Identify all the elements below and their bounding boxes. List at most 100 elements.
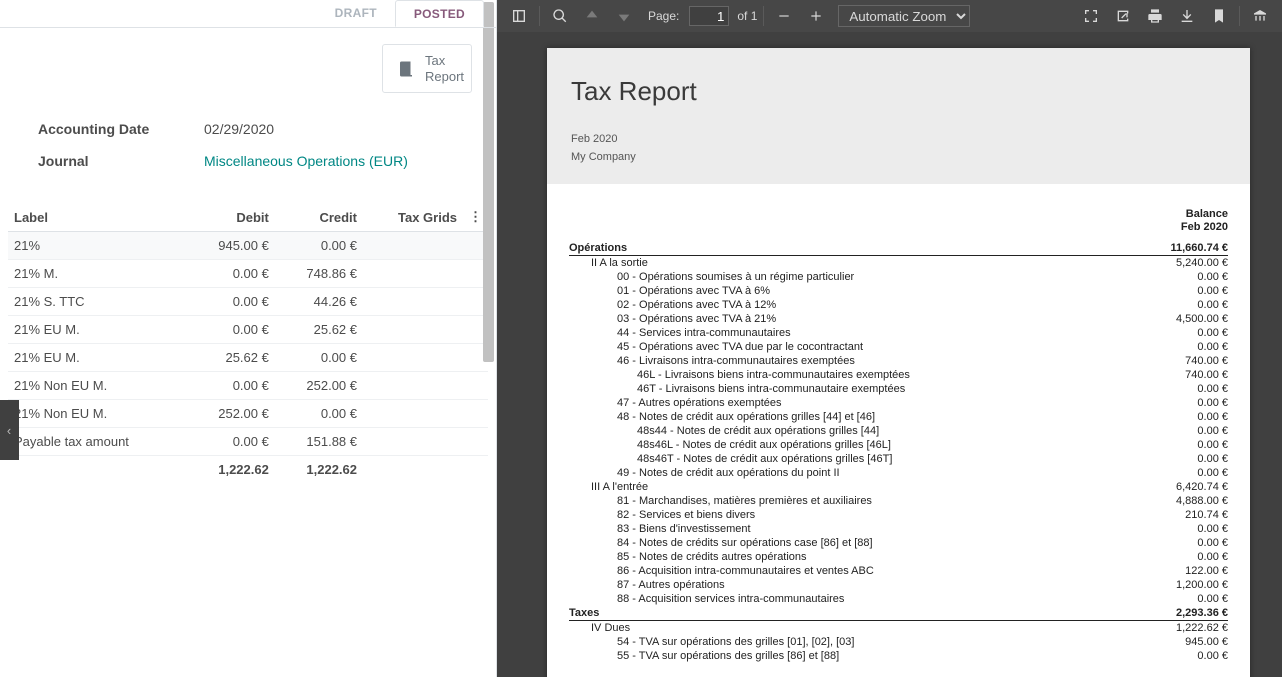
table-row[interactable]: 21% M.0.00 €748.86 €	[8, 260, 488, 288]
table-row[interactable]: 21% Non EU M.252.00 €0.00 €	[8, 400, 488, 428]
tab-draft[interactable]: Draft	[317, 0, 395, 27]
page-input[interactable]	[689, 6, 729, 26]
cell-label: 21% Non EU M.	[8, 400, 187, 428]
open-icon[interactable]	[1109, 2, 1137, 30]
cell-credit: 0.00 €	[275, 344, 363, 372]
accounting-date-label: Accounting Date	[38, 121, 204, 137]
report-line: 54 - TVA sur opérations des grilles [01]…	[569, 635, 1228, 649]
report-line: 48s44 - Notes de crédit aux opérations g…	[569, 424, 1228, 438]
form-panel: Draft Posted Tax Report Accounting Date …	[0, 0, 497, 677]
report-line: 88 - Acquisition services intra-communau…	[569, 592, 1228, 606]
table-row[interactable]: 21% EU M.25.62 €0.00 €	[8, 344, 488, 372]
report-line: 01 - Opérations avec TVA à 6%0.00 €	[569, 284, 1228, 298]
cell-credit: 252.00 €	[275, 372, 363, 400]
report-line: IV Dues1,222.62 €	[569, 621, 1228, 635]
cell-credit: 44.26 €	[275, 288, 363, 316]
scrollbar[interactable]	[481, 0, 496, 677]
cell-credit: 0.00 €	[275, 400, 363, 428]
tab-posted[interactable]: Posted	[395, 0, 484, 27]
report-line: 47 - Autres opérations exemptées0.00 €	[569, 396, 1228, 410]
report-line: 03 - Opérations avec TVA à 21%4,500.00 €	[569, 312, 1228, 326]
report-company: My Company	[571, 149, 1226, 167]
pdf-toolbar: Page: of 1 Automatic Zoom	[497, 0, 1282, 32]
cell-credit: 748.86 €	[275, 260, 363, 288]
total-debit: 1,222.62	[187, 456, 275, 484]
journal-items-table: Label Debit Credit Tax Grids ⋮ 21%945.00…	[8, 203, 488, 483]
balance-sub: Feb 2020	[569, 221, 1228, 234]
cell-label: 21% M.	[8, 260, 187, 288]
page-label: Page:	[648, 9, 679, 23]
report-line: 48 - Notes de crédit aux opérations gril…	[569, 410, 1228, 424]
report-line: II A la sortie5,240.00 €	[569, 256, 1228, 270]
bookmark-icon[interactable]	[1205, 2, 1233, 30]
table-row[interactable]: 21% Non EU M.0.00 €252.00 €	[8, 372, 488, 400]
print-icon[interactable]	[1141, 2, 1169, 30]
search-icon[interactable]	[546, 2, 574, 30]
cell-debit: 0.00 €	[187, 288, 275, 316]
report-line: 44 - Services intra-communautaires0.00 €	[569, 326, 1228, 340]
tax-report-button[interactable]: Tax Report	[382, 44, 472, 93]
report-line: Opérations11,660.74 €	[569, 241, 1228, 256]
balance-header: Balance	[569, 208, 1228, 221]
col-debit[interactable]: Debit	[187, 203, 275, 232]
journal-value[interactable]: Miscellaneous Operations (EUR)	[204, 153, 408, 169]
report-line: 85 - Notes de crédits autres opérations0…	[569, 550, 1228, 564]
accounting-date-value: 02/29/2020	[204, 121, 274, 137]
cell-debit: 252.00 €	[187, 400, 275, 428]
col-credit[interactable]: Credit	[275, 203, 363, 232]
download-icon[interactable]	[1173, 2, 1201, 30]
col-label[interactable]: Label	[8, 203, 187, 232]
report-line: 86 - Acquisition intra-communautaires et…	[569, 564, 1228, 578]
journal-label: Journal	[38, 153, 204, 169]
cell-debit: 0.00 €	[187, 316, 275, 344]
pdf-page: Tax Report Feb 2020 My Company Balance F…	[547, 48, 1250, 677]
pdf-preview-panel: ‹ Page: of 1 Automatic Zoom	[497, 0, 1282, 677]
sidebar-toggle-icon[interactable]	[505, 2, 533, 30]
report-line: 83 - Biens d'investissement0.00 €	[569, 522, 1228, 536]
cell-label: 21% S. TTC	[8, 288, 187, 316]
cell-label: 21% EU M.	[8, 316, 187, 344]
zoom-out-icon[interactable]	[770, 2, 798, 30]
report-line: 46T - Livraisons biens intra-communautai…	[569, 382, 1228, 396]
report-line: 02 - Opérations avec TVA à 12%0.00 €	[569, 298, 1228, 312]
next-page-icon[interactable]	[610, 2, 638, 30]
cell-debit: 0.00 €	[187, 260, 275, 288]
report-line: 48s46L - Notes de crédit aux opérations …	[569, 438, 1228, 452]
report-line: 55 - TVA sur opérations des grilles [86]…	[569, 649, 1228, 663]
cell-debit: 945.00 €	[187, 232, 275, 260]
report-line: 49 - Notes de crédit aux opérations du p…	[569, 466, 1228, 480]
col-tax-grids[interactable]: Tax Grids	[363, 203, 463, 232]
cell-credit: 151.88 €	[275, 428, 363, 456]
report-line: 45 - Opérations avec TVA due par le coco…	[569, 340, 1228, 354]
page-of: of 1	[737, 9, 757, 23]
cell-credit: 25.62 €	[275, 316, 363, 344]
report-line: 84 - Notes de crédits sur opérations cas…	[569, 536, 1228, 550]
total-credit: 1,222.62	[275, 456, 363, 484]
zoom-in-icon[interactable]	[802, 2, 830, 30]
tax-report-label: Tax Report	[425, 53, 464, 84]
table-row[interactable]: 21% EU M.0.00 €25.62 €	[8, 316, 488, 344]
report-line: III A l'entrée6,420.74 €	[569, 480, 1228, 494]
cell-debit: 25.62 €	[187, 344, 275, 372]
report-line: 81 - Marchandises, matières premières et…	[569, 494, 1228, 508]
report-line: Taxes2,293.36 €	[569, 606, 1228, 621]
table-row[interactable]: Payable tax amount0.00 €151.88 €	[8, 428, 488, 456]
table-row[interactable]: 21% S. TTC0.00 €44.26 €	[8, 288, 488, 316]
cell-label: 21%	[8, 232, 187, 260]
cell-label: 21% EU M.	[8, 344, 187, 372]
fullscreen-icon[interactable]	[1077, 2, 1105, 30]
report-line: 00 - Opérations soumises à un régime par…	[569, 270, 1228, 284]
table-row[interactable]: 21%945.00 €0.00 €	[8, 232, 488, 260]
report-line: 48s46T - Notes de crédit aux opérations …	[569, 452, 1228, 466]
report-title: Tax Report	[571, 76, 1226, 107]
cell-debit: 0.00 €	[187, 428, 275, 456]
tools-icon[interactable]	[1246, 2, 1274, 30]
report-period: Feb 2020	[571, 131, 1226, 149]
report-line: 82 - Services et biens divers210.74 €	[569, 508, 1228, 522]
report-line: 87 - Autres opérations1,200.00 €	[569, 578, 1228, 592]
prev-page-icon[interactable]	[578, 2, 606, 30]
cell-label: 21% Non EU M.	[8, 372, 187, 400]
cell-credit: 0.00 €	[275, 232, 363, 260]
zoom-select[interactable]: Automatic Zoom	[838, 5, 970, 27]
cell-debit: 0.00 €	[187, 372, 275, 400]
